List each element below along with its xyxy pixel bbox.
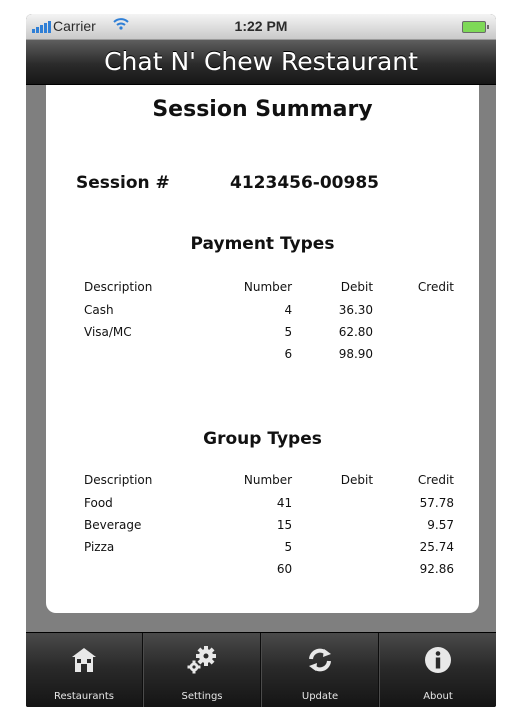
column-header: Description [84, 280, 153, 294]
table-cell: 15 [276, 518, 293, 532]
table-cell: 98.90 [338, 347, 374, 361]
table-cell: 5 [284, 325, 293, 339]
table-cell: Visa/MC [84, 325, 132, 339]
table-cell: 4 [284, 303, 293, 317]
group-types-table: Description Number Debit Credit Food 41 … [84, 468, 454, 580]
table-cell [373, 321, 454, 343]
tab-update[interactable]: Update [261, 633, 379, 707]
refresh-icon [262, 643, 378, 677]
table-cell: 41 [276, 496, 293, 510]
column-header: Credit [417, 473, 454, 487]
navigation-title: Chat N' Chew Restaurant [26, 40, 496, 85]
restaurant-icon [26, 643, 142, 677]
column-header: Description [84, 473, 153, 487]
column-header: Debit [340, 280, 374, 294]
tab-label: Settings [181, 691, 223, 702]
gears-icon [144, 643, 260, 677]
tab-label: Restaurants [54, 691, 114, 702]
table-cell [373, 299, 454, 321]
table-header-row: Description Number Debit Credit [84, 468, 454, 492]
table-cell: Pizza [84, 540, 115, 554]
table-cell [84, 558, 211, 580]
table-cell: 60 [276, 562, 293, 576]
table-cell: 92.86 [419, 562, 454, 576]
table-cell: 57.78 [419, 496, 454, 510]
table-cell [292, 514, 373, 536]
content-area: Session Summary Session # 4123456-00985 … [26, 85, 496, 632]
payment-types-title: Payment Types [190, 234, 335, 254]
table-row: Visa/MC 5 62.80 [84, 321, 454, 343]
table-row: Pizza 5 25.74 [84, 536, 454, 558]
table-cell: 25.74 [419, 540, 454, 554]
table-row: Food 41 57.78 [84, 492, 454, 514]
table-cell: 6 [284, 347, 293, 361]
table-cell [292, 558, 373, 580]
info-icon [380, 643, 496, 677]
phone-screen: Carrier 1:22 PM Chat N' Chew Restaurant … [26, 14, 496, 707]
tab-about[interactable]: About [379, 633, 496, 707]
table-cell [84, 343, 211, 365]
tab-label: About [423, 691, 453, 702]
table-cell [292, 536, 373, 558]
tab-bar: Restaurants Settings Update About [26, 632, 496, 707]
status-bar: Carrier 1:22 PM [26, 14, 496, 40]
column-header: Credit [417, 280, 454, 294]
tab-label: Update [301, 691, 339, 702]
table-cell: 62.80 [338, 325, 374, 339]
table-cell: Food [84, 496, 113, 510]
table-header-row: Description Number Debit Credit [84, 275, 454, 299]
table-total-row: 60 92.86 [84, 558, 454, 580]
summary-title: Session Summary [152, 97, 373, 122]
table-total-row: 6 98.90 [84, 343, 454, 365]
table-cell [373, 343, 454, 365]
table-cell [292, 492, 373, 514]
battery-icon [462, 21, 489, 33]
table-cell: 9.57 [427, 518, 454, 532]
table-row: Beverage 15 9.57 [84, 514, 454, 536]
payment-types-table: Description Number Debit Credit Cash 4 3… [84, 275, 454, 365]
group-types-title: Group Types [203, 429, 322, 449]
column-header: Number [243, 280, 293, 294]
session-number: 4123456-00985 [230, 173, 379, 193]
table-row: Cash 4 36.30 [84, 299, 454, 321]
session-label: Session # [76, 173, 170, 193]
tab-settings[interactable]: Settings [143, 633, 261, 707]
table-cell: Cash [84, 303, 114, 317]
table-cell: 36.30 [338, 303, 374, 317]
status-time: 1:22 PM [234, 18, 288, 34]
summary-card: Session Summary Session # 4123456-00985 … [46, 85, 479, 613]
column-header: Debit [340, 473, 374, 487]
column-header: Number [243, 473, 293, 487]
tab-restaurants[interactable]: Restaurants [26, 633, 143, 707]
table-cell: 5 [284, 540, 293, 554]
table-cell: Beverage [84, 518, 142, 532]
